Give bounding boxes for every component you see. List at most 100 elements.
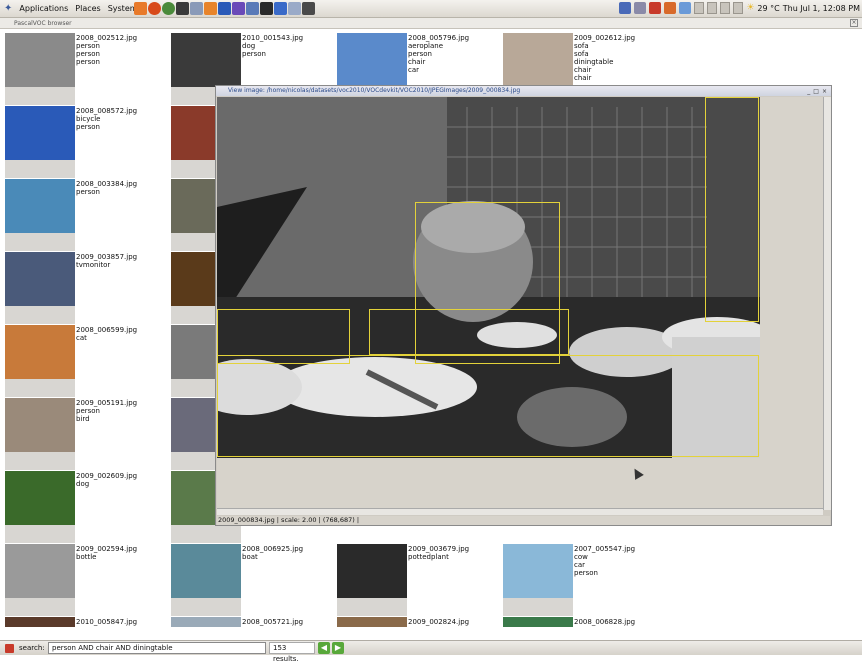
thumb-meta: 2008_005796.jpg aeroplane person chair car (408, 34, 501, 74)
workspace-2[interactable] (707, 2, 718, 14)
thumbnail-image[interactable] (5, 325, 75, 379)
grid-cell[interactable]: 2009_005191.jpg person bird (5, 398, 171, 470)
grid-cell[interactable]: 2009_003679.jpg pottedplant (337, 544, 503, 616)
thumb-label: person (76, 407, 100, 415)
launcher-terminal-icon[interactable] (176, 2, 189, 15)
thumbnail-image[interactable] (5, 106, 75, 160)
weather-icon[interactable]: ☀ (746, 3, 754, 13)
thumb-label: sofa (574, 50, 589, 58)
thumb-filename: 2009_002609.jpg (76, 472, 138, 480)
workspace-1[interactable] (694, 2, 705, 14)
clear-search-icon[interactable] (5, 644, 14, 653)
thumb-meta: 2009_005191.jpg person bird (76, 399, 169, 423)
thumb-meta: 2008_003384.jpg person (76, 180, 169, 196)
thumb-meta: 2008_006599.jpg cat (76, 326, 169, 342)
launcher-app1-icon[interactable] (218, 2, 231, 15)
thumb-label: person (76, 58, 100, 66)
launcher-editor-icon[interactable] (190, 2, 203, 15)
tray-app3-icon[interactable] (679, 2, 692, 14)
search-input[interactable]: person AND chair AND diningtable (48, 642, 266, 654)
thumb-label: car (574, 561, 586, 569)
bbox-chair-1 (705, 97, 759, 322)
network-icon[interactable] (619, 2, 632, 14)
thumb-meta: 2009_002824.jpg (408, 618, 501, 626)
grid-cell[interactable]: 2009_002609.jpg dog (5, 471, 171, 543)
maximize-icon[interactable]: □ (813, 87, 819, 97)
tray-app2-icon[interactable] (664, 2, 677, 14)
app-close-icon[interactable]: × (850, 19, 858, 27)
grid-cell[interactable]: 2008_002512.jpg person person person (5, 33, 171, 105)
launcher-vlc-icon[interactable] (204, 2, 217, 15)
gnome-foot-icon[interactable]: ✦ (4, 3, 12, 14)
thumbnail-image[interactable] (5, 33, 75, 87)
viewer-title: View image: /home/nicolas/datasets/voc20… (228, 87, 521, 94)
thumbnail-image[interactable] (5, 252, 75, 306)
viewer-canvas (217, 97, 823, 512)
thumbnail-image[interactable] (503, 617, 573, 627)
workspace-4[interactable] (733, 2, 744, 14)
thumbnail-image[interactable] (5, 544, 75, 598)
viewer-horizontal-scrollbar[interactable] (217, 508, 823, 515)
thumbnail-image[interactable] (171, 544, 241, 598)
launcher-app5-icon[interactable] (288, 2, 301, 15)
thumb-label: person (76, 50, 100, 58)
thumbnail-image[interactable] (5, 179, 75, 233)
thumb-label: chair (574, 66, 592, 74)
grid-cell[interactable]: 2008_006599.jpg cat (5, 325, 171, 397)
thumbnail-image[interactable] (503, 544, 573, 598)
thumb-filename: 2008_005796.jpg (408, 34, 470, 42)
thumb-label: person (76, 42, 100, 50)
thumbnail-image[interactable] (171, 33, 241, 87)
viewer-title-bar[interactable]: View image: /home/nicolas/datasets/voc20… (216, 86, 831, 96)
minimize-icon[interactable]: _ (807, 87, 810, 97)
grid-cell[interactable]: 2008_008572.jpg bicycle person (5, 106, 171, 178)
grid-cell[interactable]: 2008_006828.jpg (503, 617, 669, 627)
bbox-diningtable (217, 355, 759, 457)
thumbnail-image[interactable] (5, 471, 75, 525)
thumbnail-image[interactable] (503, 33, 573, 87)
thumb-meta: 2009_002612.jpg sofa sofa diningtable chair c… (574, 34, 667, 82)
close-icon[interactable]: × (822, 87, 827, 97)
launcher-r-icon[interactable] (274, 2, 287, 15)
grid-cell[interactable]: 2008_006925.jpg boat (171, 544, 337, 616)
launcher-firefox-icon[interactable] (148, 2, 161, 15)
results-count: 153 results. (269, 642, 315, 663)
launcher-app6-icon[interactable] (302, 2, 315, 15)
thumbnail-image[interactable] (5, 617, 75, 627)
menu-places[interactable]: Places (75, 4, 100, 13)
grid-cell[interactable]: 2009_003857.jpg tvmonitor (5, 252, 171, 324)
thumbnail-image[interactable] (5, 398, 75, 452)
thumbnail-image[interactable] (171, 617, 241, 627)
next-page-icon[interactable]: ▶ (332, 642, 344, 654)
workspace-3[interactable] (720, 2, 731, 14)
launcher-help-icon[interactable] (134, 2, 147, 15)
tray-app-icon[interactable] (634, 2, 647, 14)
launcher-app4-icon[interactable] (260, 2, 273, 15)
thumbnail-image[interactable] (337, 617, 407, 627)
grid-cell[interactable]: 2008_005721.jpg (171, 617, 337, 627)
menu-applications[interactable]: Applications (19, 4, 68, 13)
grid-cell[interactable]: 2007_005547.jpg cow car person (503, 544, 669, 616)
launcher-app2-icon[interactable] (232, 2, 245, 15)
volume-icon[interactable] (649, 2, 662, 14)
launcher-app3-icon[interactable] (246, 2, 259, 15)
grid-cell[interactable]: 2009_002824.jpg (337, 617, 503, 627)
top-panel: ✦ Applications Places System ☀ 29 °C Thu… (0, 0, 862, 18)
thumb-label: bird (76, 415, 90, 423)
viewer-vertical-scrollbar[interactable] (823, 97, 831, 510)
grid-cell[interactable]: 2008_003384.jpg person (5, 179, 171, 251)
thumb-filename: 2009_003679.jpg (408, 545, 470, 553)
prev-page-icon[interactable]: ◀ (318, 642, 330, 654)
thumbnail-image[interactable] (337, 33, 407, 87)
panel-menus: ✦ Applications Places System (4, 3, 138, 14)
grid-cell[interactable]: 2010_005847.jpg (5, 617, 171, 627)
weather-temp[interactable]: 29 °C (757, 4, 779, 13)
thumb-filename: 2008_006828.jpg (574, 618, 636, 626)
search-bar: search: person AND chair AND diningtable… (0, 640, 862, 663)
thumbnail-image[interactable] (337, 544, 407, 598)
launcher-chrome-icon[interactable] (162, 2, 175, 15)
clock[interactable]: Thu Jul 1, 12:08 PM (783, 4, 860, 13)
thumb-filename: 2010_005847.jpg (76, 618, 138, 626)
app-title: PascalVOC browser (14, 20, 72, 27)
grid-cell[interactable]: 2009_002594.jpg bottle (5, 544, 171, 616)
